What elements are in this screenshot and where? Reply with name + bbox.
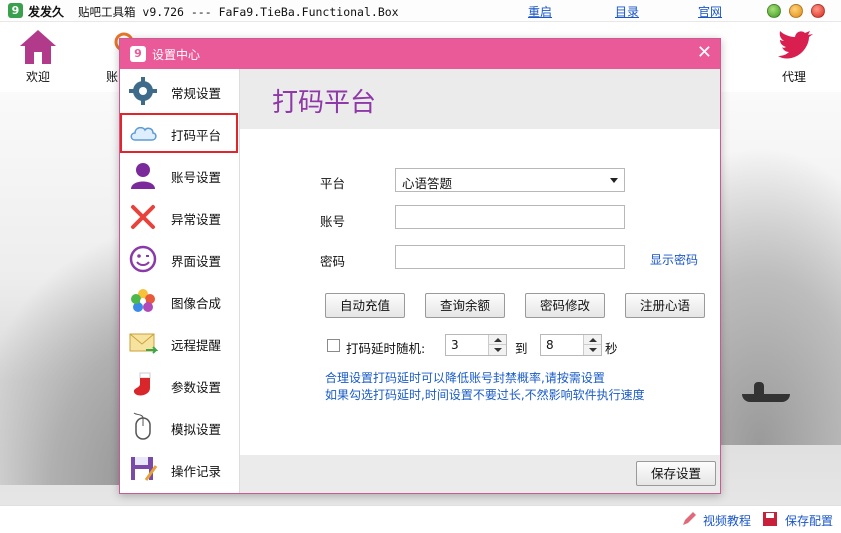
app-subtitle: 贴吧工具箱 v9.726 --- FaFa9.TieBa.Functional.… — [78, 5, 399, 19]
page-title: 打码平台 — [272, 88, 377, 118]
home-icon — [20, 30, 56, 64]
delay-min-value: 3 — [451, 338, 459, 352]
decrement-icon[interactable] — [489, 345, 506, 355]
save-settings-button[interactable]: 保存设置 — [636, 461, 716, 486]
mail-icon — [129, 333, 158, 354]
nav-label-interface: 界面设置 — [171, 254, 222, 269]
nav-label-parameters: 参数设置 — [171, 380, 222, 395]
website-link[interactable]: 官网 — [698, 3, 722, 20]
increment-icon[interactable] — [584, 335, 601, 345]
nav-item-parameters[interactable]: 参数设置 — [120, 365, 239, 405]
nav-item-remote-reminder[interactable]: 远程提醒 — [120, 323, 239, 363]
nav-label-operation-log: 操作记录 — [171, 464, 222, 479]
gear-icon — [129, 77, 157, 105]
tip-line-1: 合理设置打码延时可以降低账号封禁概率,请按需设置 — [325, 371, 605, 385]
to-label: 到 — [515, 341, 528, 356]
toolbar-proxy-label: 代理 — [781, 70, 806, 84]
decrement-icon[interactable] — [584, 345, 601, 355]
nav-label-remote-reminder: 远程提醒 — [171, 338, 222, 353]
maximize-button[interactable] — [789, 4, 803, 18]
app-title: 发发久 — [28, 5, 65, 19]
increment-icon[interactable] — [489, 335, 506, 345]
nav-item-exception[interactable]: 异常设置 — [120, 197, 239, 237]
auto-recharge-button[interactable]: 自动充值 — [325, 293, 405, 318]
nav-item-image-compose[interactable]: 图像合成 — [120, 281, 239, 321]
delay-max-spin-buttons — [583, 335, 601, 355]
save-icon — [763, 512, 777, 526]
stocking-icon — [133, 372, 151, 396]
nav-label-simulation: 模拟设置 — [171, 422, 222, 437]
delay-min-stepper[interactable]: 3 — [445, 334, 507, 356]
account-input[interactable] — [395, 205, 625, 229]
status-bar: 视频教程 保存配置 — [0, 505, 841, 533]
nav-item-general[interactable]: 常规设置 — [120, 71, 239, 111]
save-config-link[interactable]: 保存配置 — [785, 512, 833, 529]
platform-select-value: 心语答题 — [402, 176, 453, 191]
tip-line-2: 如果勾选打码延时,时间设置不要过长,不然影响软件执行速度 — [325, 388, 645, 402]
bird-icon — [778, 31, 813, 59]
pencil-icon — [683, 512, 696, 525]
content-header: 打码平台 — [240, 69, 720, 129]
content-footer: 保存设置 — [240, 455, 720, 493]
nav-label-image-compose: 图像合成 — [171, 296, 222, 311]
seconds-label: 秒 — [605, 341, 618, 356]
settings-sidebar: 常规设置 打码平台 账号设置 异常设置 界面设置 图像合成 远程提醒 参数设置 … — [120, 69, 240, 493]
delay-label: 打码延时随机: — [346, 341, 426, 356]
nav-label-account: 账号设置 — [171, 170, 222, 185]
photos-icon — [131, 289, 155, 312]
nav-label-general: 常规设置 — [171, 86, 222, 101]
delay-min-spin-buttons — [488, 335, 506, 355]
query-balance-button[interactable]: 查询余额 — [425, 293, 505, 318]
toolbar-welcome[interactable]: 欢迎 — [6, 22, 70, 88]
change-password-button[interactable]: 密码修改 — [525, 293, 605, 318]
toolbar-proxy[interactable]: 代理 — [762, 22, 826, 88]
floppy-icon — [131, 457, 158, 481]
account-label: 账号 — [320, 214, 346, 229]
delay-max-stepper[interactable]: 8 — [540, 334, 602, 356]
platform-label: 平台 — [320, 176, 346, 191]
minimize-button[interactable] — [767, 4, 781, 18]
catalog-link[interactable]: 目录 — [615, 3, 639, 20]
cloud-icon — [130, 126, 157, 141]
nav-item-captcha-platform[interactable]: 打码平台 — [120, 113, 238, 153]
show-password-link[interactable]: 显示密码 — [650, 251, 698, 268]
nav-item-simulation[interactable]: 模拟设置 — [120, 407, 239, 447]
app-logo-icon: 9 — [8, 3, 23, 18]
password-input[interactable] — [395, 245, 625, 269]
platform-select[interactable]: 心语答题 — [395, 168, 625, 192]
settings-dialog: 9 设置中心 ✕ 常规设置 打码平台 账号设置 异常设置 界面设置 图像合成 远… — [119, 38, 721, 494]
chevron-down-icon — [610, 178, 618, 183]
password-label: 密码 — [320, 254, 346, 269]
toolbar-welcome-label: 欢迎 — [25, 70, 50, 84]
mouse-icon — [133, 412, 151, 440]
settings-content: 打码平台 平台 心语答题 账号 密码 显示密码 自动充值 查询余额 密码修改 注… — [240, 69, 720, 493]
nav-label-exception: 异常设置 — [171, 212, 222, 227]
close-window-button[interactable] — [811, 4, 825, 18]
dialog-titlebar: 9 设置中心 ✕ — [120, 39, 720, 69]
restart-link[interactable]: 重启 — [528, 3, 552, 20]
delay-checkbox[interactable] — [327, 339, 340, 352]
nav-label-captcha-platform: 打码平台 — [171, 128, 222, 143]
main-titlebar: 9 发发久 贴吧工具箱 v9.726 --- FaFa9.TieBa.Funct… — [0, 0, 841, 22]
video-tutorial-link[interactable]: 视频教程 — [703, 512, 751, 529]
person-icon — [131, 163, 155, 189]
register-button[interactable]: 注册心语 — [625, 293, 705, 318]
nav-item-interface[interactable]: 界面设置 — [120, 239, 239, 279]
nav-item-account[interactable]: 账号设置 — [120, 155, 239, 195]
smiley-icon — [129, 245, 157, 273]
dialog-title: 设置中心 — [152, 48, 201, 62]
delay-max-value: 8 — [546, 338, 554, 352]
x-mark-icon — [131, 205, 155, 229]
dialog-logo-icon: 9 — [130, 46, 146, 62]
nav-item-operation-log[interactable]: 操作记录 — [120, 449, 239, 489]
close-icon[interactable]: ✕ — [697, 43, 712, 63]
